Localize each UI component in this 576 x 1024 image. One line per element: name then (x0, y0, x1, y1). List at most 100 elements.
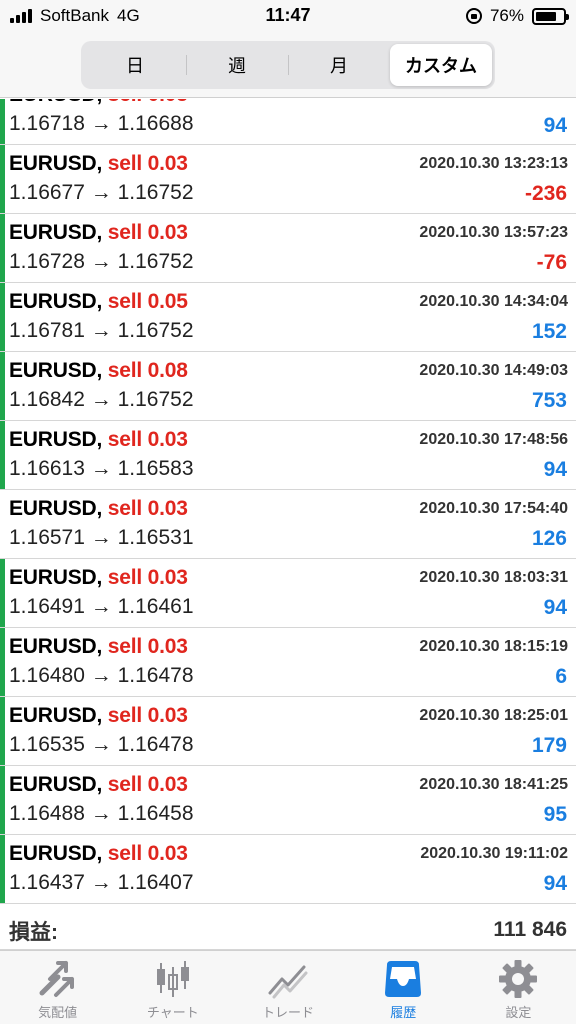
trade-symbol: EURUSD, (9, 428, 103, 451)
trade-side-bar (0, 352, 5, 420)
trade-profit: 152 (531, 320, 567, 343)
price-arrow-icon: → (90, 595, 112, 618)
trade-side-bar (0, 628, 5, 696)
trade-side-bar (0, 214, 5, 282)
trade-row[interactable]: EURUSD, sell 0.03 2020.10.30 18:41:25 1.16… (0, 766, 576, 835)
trade-datetime: 2020.10.30 13:23:13 (419, 155, 568, 172)
trade-side: sell 0.03 (107, 152, 188, 175)
price-arrow-icon: → (90, 802, 112, 825)
trade-side: sell 0.03 (107, 704, 188, 727)
price-arrow-icon: → (90, 181, 112, 204)
trade-row[interactable]: EURUSD, sell 0.03 2020.10.30 13:57:23 1.16… (0, 214, 576, 283)
trade-profit: 126 (531, 527, 567, 550)
trade-side: sell 0.03 (108, 99, 188, 106)
open-price: 1.16437 (9, 871, 85, 894)
trade-row[interactable]: EURUSD, sell 0.03 2020.10.30 18:15:19 1.16… (0, 628, 576, 697)
trade-row[interactable]: EURUSD, sell 0.03 1.16718 → 1.16688 94 (0, 99, 576, 145)
trade-row[interactable]: EURUSD, sell 0.03 2020.10.30 17:54:40 1.16… (0, 490, 576, 559)
trade-datetime: 2020.10.30 14:34:04 (419, 293, 568, 310)
history-inbox-icon (385, 961, 422, 997)
trade-title: EURUSD, sell 0.03 (9, 635, 188, 659)
close-price: 1.16478 (117, 664, 194, 687)
trade-row[interactable]: EURUSD, sell 0.08 2020.10.30 14:49:03 1.16… (0, 352, 576, 421)
trade-side-bar (0, 697, 5, 765)
close-price: 1.16458 (117, 802, 194, 825)
open-price: 1.16491 (9, 595, 85, 618)
profit-summary-label: 損益: (9, 921, 58, 944)
tab-chart[interactable]: チャート (115, 951, 230, 1024)
trade-title: EURUSD, sell 0.03 (9, 566, 188, 590)
tab-trade-label: トレード (262, 1005, 315, 1020)
period-tab-week[interactable]: 週 (186, 44, 288, 86)
trade-prices: 1.16571 → 1.16531 (9, 526, 194, 550)
trade-symbol: EURUSD, (9, 290, 103, 313)
profit-summary: 損益: 111 846 (0, 904, 576, 950)
tab-quotes[interactable]: 気配値 (0, 951, 115, 1024)
trade-row[interactable]: EURUSD, sell 0.03 2020.10.30 19:11:02 1.16… (0, 835, 576, 904)
trade-row[interactable]: EURUSD, sell 0.03 2020.10.30 18:25:01 1.16… (0, 697, 576, 766)
price-arrow-icon: → (90, 664, 112, 687)
close-price: 1.16531 (117, 526, 194, 549)
tab-trade[interactable]: トレード (230, 951, 345, 1024)
trade-symbol: EURUSD, (9, 99, 102, 106)
trade-profit: 94 (543, 458, 567, 481)
trade-row[interactable]: EURUSD, sell 0.05 2020.10.30 14:34:04 1.16… (0, 283, 576, 352)
trade-prices: 1.16488 → 1.16458 (9, 802, 194, 826)
trade-title: EURUSD, sell 0.03 (9, 497, 188, 521)
trade-title: EURUSD, sell 0.03 (9, 99, 188, 107)
trade-datetime: 2020.10.30 13:57:23 (419, 224, 568, 241)
trade-symbol: EURUSD, (9, 773, 103, 796)
trade-datetime: 2020.10.30 14:49:03 (419, 362, 568, 379)
trade-row[interactable]: EURUSD, sell 0.03 2020.10.30 13:23:13 1.16… (0, 145, 576, 214)
price-arrow-icon: → (90, 319, 112, 342)
trade-datetime: 2020.10.30 18:41:25 (419, 776, 568, 793)
trade-row[interactable]: EURUSD, sell 0.03 2020.10.30 17:48:56 1.16… (0, 421, 576, 490)
trade-side: sell 0.03 (107, 566, 188, 589)
tab-history[interactable]: 履歴 (346, 951, 461, 1024)
open-price: 1.16781 (9, 319, 85, 342)
tab-settings[interactable]: 設定 (461, 951, 576, 1024)
battery-icon (532, 7, 569, 25)
trade-prices: 1.16535 → 1.16478 (9, 733, 194, 757)
gear-icon (499, 960, 538, 998)
trade-side-bar (0, 99, 5, 144)
trade-datetime: 2020.10.30 18:03:31 (419, 569, 568, 586)
status-bar: SoftBank 4G 11:47 76% (0, 0, 576, 32)
trade-prices: 1.16781 → 1.16752 (9, 319, 194, 343)
trade-profit: 179 (531, 734, 567, 757)
price-arrow-icon: → (90, 250, 112, 273)
trade-datetime: 2020.10.30 17:54:40 (419, 500, 568, 517)
trade-title: EURUSD, sell 0.08 (9, 359, 188, 383)
bottom-tab-bar: 気配値 チャート トレード 履歴 設定 (0, 950, 576, 1024)
trade-symbol: EURUSD, (9, 221, 103, 244)
period-tab-month[interactable]: 月 (288, 44, 390, 86)
trade-row[interactable]: EURUSD, sell 0.03 2020.10.30 18:03:31 1.16… (0, 559, 576, 628)
trade-side: sell 0.03 (107, 497, 188, 520)
trade-side: sell 0.03 (107, 635, 188, 658)
close-price: 1.16752 (117, 388, 194, 411)
period-tab-day[interactable]: 日 (84, 44, 186, 86)
trade-title: EURUSD, sell 0.03 (9, 221, 188, 245)
trade-profit: 95 (543, 803, 567, 826)
close-price: 1.16752 (117, 181, 194, 204)
tab-history-label: 履歴 (390, 1005, 417, 1020)
price-arrow-icon: → (90, 526, 112, 549)
trade-prices: 1.16718 → 1.16688 (9, 112, 194, 136)
trade-side: sell 0.08 (107, 359, 188, 382)
trade-prices: 1.16677 → 1.16752 (9, 181, 194, 205)
trade-symbol: EURUSD, (9, 842, 103, 865)
trade-side: sell 0.03 (107, 773, 188, 796)
close-price: 1.16461 (117, 595, 194, 618)
trade-profit: -76 (536, 251, 567, 274)
trade-title: EURUSD, sell 0.05 (9, 290, 188, 314)
period-tab-custom[interactable]: カスタム (390, 44, 492, 86)
battery-percent: 76% (489, 6, 524, 25)
trade-side: sell 0.03 (107, 842, 188, 865)
trade-title: EURUSD, sell 0.03 (9, 773, 188, 797)
profit-summary-value: 111 846 (493, 918, 567, 941)
candlestick-chart-icon (156, 961, 189, 997)
price-arrow-icon: → (90, 457, 112, 480)
trade-prices: 1.16480 → 1.16478 (9, 664, 194, 688)
period-header: 日 週 月 カスタム (0, 32, 576, 98)
trade-history-list[interactable]: EURUSD, sell 0.031.16718 → 1.1668894EURU… (0, 99, 576, 904)
